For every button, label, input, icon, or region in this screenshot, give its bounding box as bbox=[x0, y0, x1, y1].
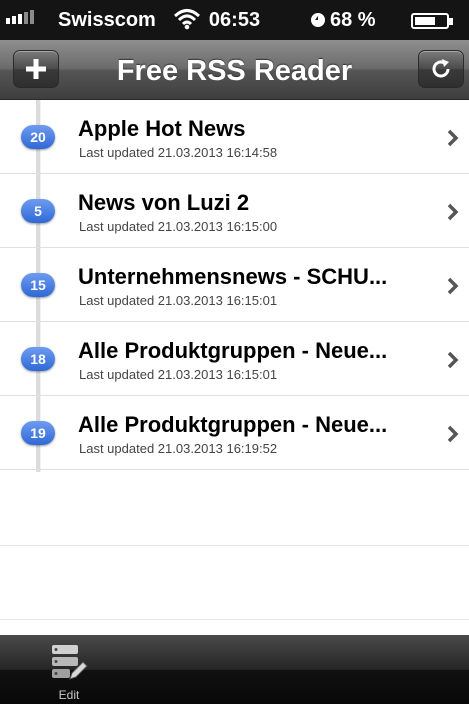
feed-row[interactable]: 19 Alle Produktgruppen - Neue... Last up… bbox=[0, 396, 469, 470]
edit-button[interactable]: Edit bbox=[34, 643, 104, 702]
page-title: Free RSS Reader bbox=[116, 55, 353, 87]
feed-list: 20 Apple Hot News Last updated 21.03.201… bbox=[0, 100, 469, 635]
edit-list-icon bbox=[52, 645, 88, 680]
feed-updated: Last updated 21.03.2013 16:15:01 bbox=[79, 293, 278, 308]
navigation-bar: Free RSS Reader bbox=[0, 40, 469, 100]
feed-row[interactable]: 20 Apple Hot News Last updated 21.03.201… bbox=[0, 100, 469, 174]
status-time: 06:53 bbox=[208, 9, 261, 31]
edit-label: Edit bbox=[58, 688, 80, 702]
feed-title: Apple Hot News bbox=[78, 116, 246, 141]
battery-percent: 68 % bbox=[330, 9, 376, 31]
feed-row[interactable]: 15 Unternehmensnews - SCHU... Last updat… bbox=[0, 248, 469, 322]
refresh-icon bbox=[432, 59, 450, 78]
feed-updated: Last updated 21.03.2013 16:19:52 bbox=[79, 441, 278, 456]
empty-row-divider bbox=[0, 619, 469, 620]
feed-title: Alle Produktgruppen - Neue... bbox=[78, 412, 388, 437]
feed-row[interactable]: 18 Alle Produktgruppen - Neue... Last up… bbox=[0, 322, 469, 396]
chevron-right-icon bbox=[447, 277, 459, 295]
battery-icon bbox=[411, 13, 449, 29]
tab-bar: Edit bbox=[0, 635, 469, 704]
feed-updated: Last updated 21.03.2013 16:15:01 bbox=[79, 367, 278, 382]
unread-count-badge: 15 bbox=[21, 273, 55, 297]
unread-count-badge: 20 bbox=[21, 125, 55, 149]
battery-tip bbox=[449, 18, 453, 25]
status-bar: Swisscom 06:53 68 % bbox=[0, 0, 469, 40]
chevron-right-icon bbox=[447, 425, 459, 443]
chevron-right-icon bbox=[447, 129, 459, 147]
feed-title: Alle Produktgruppen - Neue... bbox=[78, 338, 388, 363]
unread-count-badge: 5 bbox=[21, 199, 55, 223]
empty-row-divider bbox=[0, 545, 469, 546]
refresh-button[interactable] bbox=[418, 50, 464, 88]
feed-row[interactable]: 5 News von Luzi 2 Last updated 21.03.201… bbox=[0, 174, 469, 248]
feed-title: Unternehmensnews - SCHU... bbox=[78, 264, 388, 289]
chevron-right-icon bbox=[447, 203, 459, 221]
unread-count-badge: 19 bbox=[21, 421, 55, 445]
feed-title: News von Luzi 2 bbox=[78, 190, 250, 215]
chevron-right-icon bbox=[447, 351, 459, 369]
feed-updated: Last updated 21.03.2013 16:14:58 bbox=[79, 145, 278, 160]
feed-updated: Last updated 21.03.2013 16:15:00 bbox=[79, 219, 278, 234]
orientation-lock-icon bbox=[310, 11, 326, 34]
unread-count-badge: 18 bbox=[21, 347, 55, 371]
